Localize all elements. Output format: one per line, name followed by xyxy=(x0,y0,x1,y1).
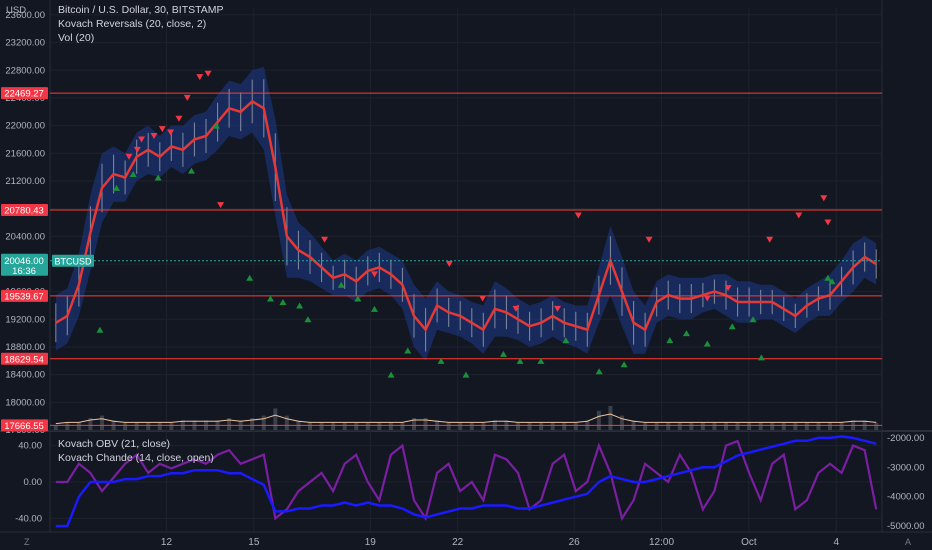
price-tick-label: 20400.00 xyxy=(5,231,45,242)
volume-bar xyxy=(781,422,786,430)
volume-bar xyxy=(446,422,451,430)
volume-bar xyxy=(377,422,382,430)
volume-bar xyxy=(573,422,578,430)
volume-bar xyxy=(527,422,532,430)
level-tag-label: 22469.27 xyxy=(4,89,44,100)
volume-bar xyxy=(146,422,151,430)
time-tick-label: 12:00 xyxy=(649,537,674,548)
time-tick-label: 19 xyxy=(365,537,377,548)
volume-bar xyxy=(770,422,775,430)
volume-bar xyxy=(874,422,879,430)
volume-bar xyxy=(354,422,359,430)
volume-bar xyxy=(804,422,809,430)
volume-bar xyxy=(458,422,463,430)
volume-bar xyxy=(331,422,336,430)
volume-bar xyxy=(608,406,613,430)
osc-right-tick-label: -4000.00 xyxy=(887,492,925,503)
symbol-tag-label: BTCUSD xyxy=(54,256,92,266)
volume-bar xyxy=(539,422,544,430)
volume-bar xyxy=(388,422,393,430)
volume-bar xyxy=(654,422,659,430)
volume-bar xyxy=(481,422,486,430)
volume-bar xyxy=(308,422,312,430)
time-tick-label: 15 xyxy=(248,537,260,548)
osc-left-tick-label: -40.00 xyxy=(15,513,42,524)
legend-kovach-reversals: Kovach Reversals (20, close, 2) xyxy=(58,18,207,30)
volume-bar xyxy=(793,422,798,430)
countdown-label: 16:36 xyxy=(12,266,36,277)
volume-bar xyxy=(261,415,266,430)
volume-bar xyxy=(643,422,648,430)
volume-bar xyxy=(319,422,324,430)
legend-kovach-chande: Kovach Chande (14, close, open) xyxy=(58,452,214,464)
volume-bar xyxy=(65,422,70,430)
level-tag-label: 18629.54 xyxy=(4,354,44,365)
volume-bar xyxy=(400,422,405,430)
price-tick-label: 18000.00 xyxy=(5,397,45,408)
price-tick-label: 22000.00 xyxy=(5,121,45,132)
price-tick-label: 21600.00 xyxy=(5,148,45,159)
volume-bar xyxy=(134,422,139,430)
price-tick-label: 18400.00 xyxy=(5,370,45,381)
price-tick-label: 22800.00 xyxy=(5,65,45,76)
volume-bar xyxy=(596,410,601,430)
volume-bar xyxy=(53,425,58,430)
currency-label: USD xyxy=(6,5,27,16)
volume-bar xyxy=(365,422,370,430)
volume-bar xyxy=(562,422,567,430)
price-tick-label: 19200.00 xyxy=(5,314,45,325)
time-tick-label: 4 xyxy=(833,537,839,548)
volume-bar xyxy=(828,422,832,430)
osc-right-tick-label: -5000.00 xyxy=(887,521,925,532)
price-pane xyxy=(50,8,882,430)
volume-bar xyxy=(76,422,81,430)
volume-bar xyxy=(157,422,162,430)
volume-bar xyxy=(516,422,520,430)
volume-bar xyxy=(469,422,474,430)
level-tag-label: 19539.67 xyxy=(4,291,44,302)
osc-left-tick-label: 0.00 xyxy=(24,477,43,488)
osc-right-tick-label: -3000.00 xyxy=(887,462,925,473)
volume-bar xyxy=(816,422,821,430)
volume-bar xyxy=(100,415,104,430)
volume-bar xyxy=(123,422,128,430)
price-tick-label: 18800.00 xyxy=(5,342,45,353)
time-tick-label: Oct xyxy=(741,537,757,548)
level-tag-label: 17666.55 xyxy=(4,421,44,432)
volume-bar xyxy=(342,422,347,430)
volume-bar xyxy=(700,422,705,430)
volume-bar xyxy=(758,422,763,430)
legend-volume: Vol (20) xyxy=(58,32,95,44)
legend-kovach-obv: Kovach OBV (21, close) xyxy=(58,438,171,450)
volume-bar xyxy=(550,422,555,430)
legend-instrument: Bitcoin / U.S. Dollar, 30, BITSTAMP xyxy=(58,4,224,16)
volume-bar xyxy=(284,415,289,430)
level-tag-label: 20780.43 xyxy=(4,205,44,216)
price-tick-label: 23200.00 xyxy=(5,38,45,49)
time-tick-label: 26 xyxy=(569,537,581,548)
timezone-icon[interactable]: Z xyxy=(24,537,30,547)
volume-bar xyxy=(839,422,844,430)
volume-bar xyxy=(724,422,728,430)
volume-bar xyxy=(747,422,752,430)
volume-bar xyxy=(689,422,694,430)
osc-left-tick-label: 40.00 xyxy=(18,441,42,452)
volume-bar xyxy=(666,422,671,430)
chart-canvas[interactable]: 23600.0023200.0022800.0022400.0022000.00… xyxy=(0,0,932,550)
volume-bar xyxy=(273,408,278,430)
volume-bar xyxy=(169,422,174,430)
osc-right-tick-label: -2000.00 xyxy=(887,433,925,444)
volume-bar xyxy=(677,422,682,430)
volume-bar xyxy=(735,422,740,430)
price-tick-label: 21200.00 xyxy=(5,176,45,187)
auto-scale-icon[interactable]: A xyxy=(905,537,911,547)
volume-bar xyxy=(712,422,717,430)
time-tick-label: 12 xyxy=(161,537,173,548)
time-tick-label: 22 xyxy=(452,537,464,548)
